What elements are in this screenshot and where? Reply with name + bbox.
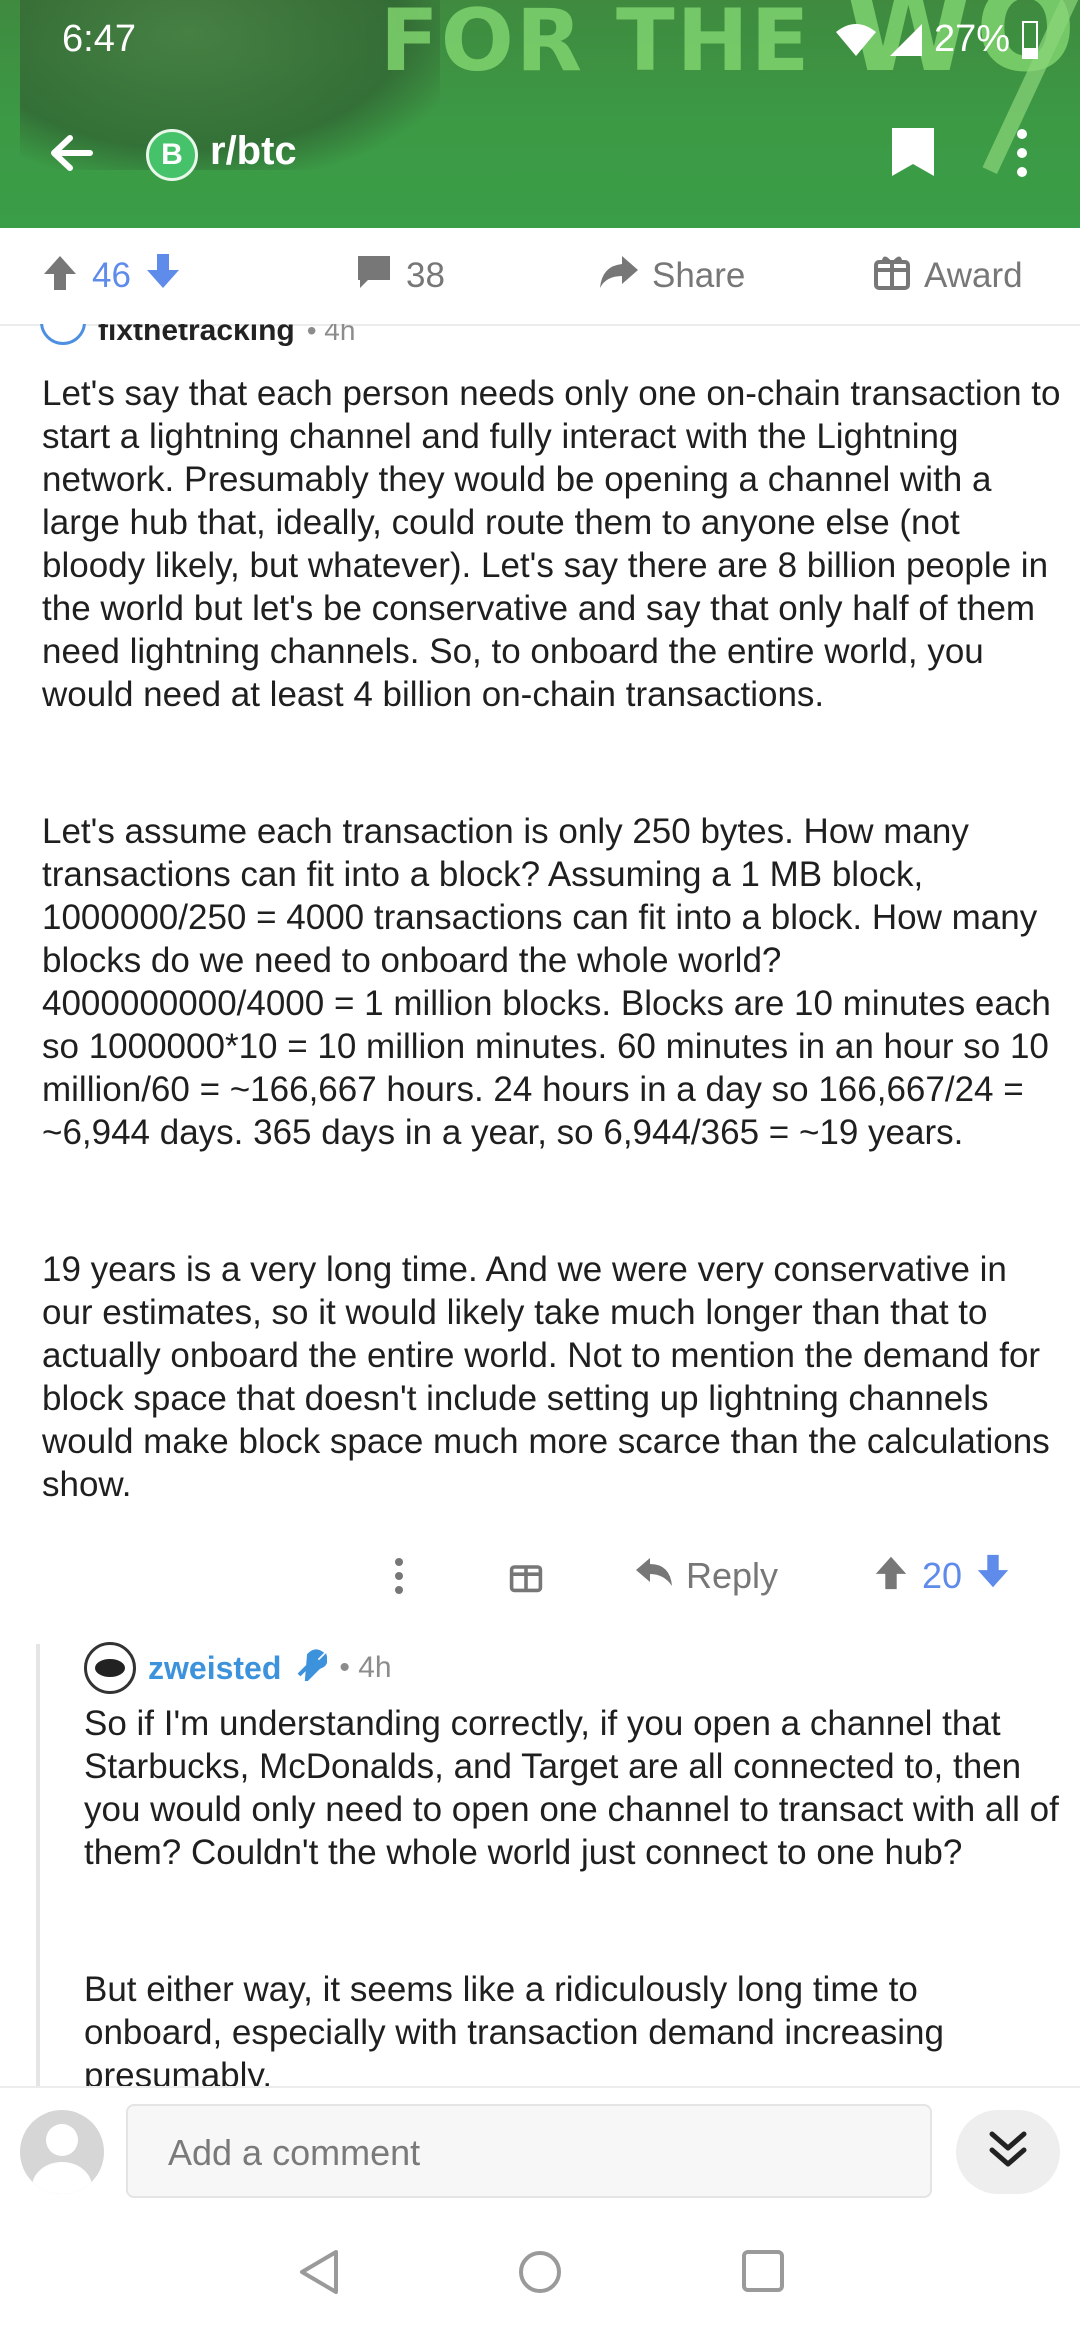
- downvote-icon[interactable]: [974, 1553, 1012, 1600]
- comment-count: 38: [406, 256, 445, 295]
- signal-icon: [888, 22, 924, 58]
- wrench-icon: [293, 1647, 328, 1689]
- add-comment-input[interactable]: Add a comment: [126, 2104, 932, 2198]
- comment-author-row: fixthetracking • 4h: [40, 324, 356, 348]
- comment-thread[interactable]: fixthetracking • 4h Let's say that each …: [0, 324, 1080, 2086]
- share-label: Share: [652, 256, 746, 295]
- double-chevron-down-icon: [986, 2128, 1030, 2177]
- reply-label: Reply: [686, 1555, 779, 1596]
- bookmark-icon[interactable]: [888, 124, 938, 185]
- comment-action-bar: Reply 20: [0, 1540, 1080, 1612]
- speech-bubble-icon: [354, 252, 394, 301]
- status-bar: 6:47 27%: [62, 18, 1040, 68]
- post-score: 46: [92, 256, 131, 295]
- subreddit-header: FOR THE WORLD? 6:47 27% B r/btc: [0, 0, 1080, 228]
- back-triangle-icon[interactable]: [296, 2248, 342, 2301]
- comment-paragraph: 19 years is a very long time. And we wer…: [42, 1250, 1050, 1504]
- comment-author[interactable]: fixthetracking: [98, 324, 295, 348]
- subreddit-icon[interactable]: B: [146, 129, 198, 181]
- wifi-icon: [834, 22, 878, 58]
- upvote-icon[interactable]: [872, 1553, 910, 1600]
- comment-paragraph: Let's assume each transaction is only 25…: [42, 812, 1051, 1152]
- reply-button[interactable]: Reply: [634, 1540, 778, 1612]
- upvote-icon[interactable]: [40, 252, 80, 301]
- top-nav: B r/btc: [0, 118, 1080, 188]
- avatar[interactable]: [84, 1642, 136, 1694]
- vote-group: 46: [40, 228, 183, 324]
- downvote-icon[interactable]: [143, 252, 183, 301]
- post-action-bar: 46 38 Share Award: [0, 228, 1080, 326]
- reply-age: • 4h: [339, 1651, 392, 1684]
- more-vertical-icon[interactable]: [392, 1540, 406, 1612]
- recents-square-icon[interactable]: [740, 2248, 786, 2299]
- reply-author[interactable]: zweisted: [148, 1650, 281, 1687]
- reply-paragraph: So if I'm understanding correctly, if yo…: [84, 1704, 1059, 1872]
- comment-score: 20: [922, 1555, 963, 1596]
- collapse-button[interactable]: [956, 2110, 1060, 2194]
- award-button[interactable]: Award: [872, 228, 1023, 324]
- comments-button[interactable]: 38: [354, 228, 445, 324]
- comment-paragraph: Let's say that each person needs only on…: [42, 374, 1061, 714]
- thread-line[interactable]: [36, 1644, 40, 2086]
- reply-arrow-icon: [634, 1554, 674, 1599]
- user-avatar[interactable]: [20, 2110, 104, 2194]
- gift-icon[interactable]: [508, 1540, 544, 1612]
- more-vertical-icon[interactable]: [1010, 126, 1034, 185]
- share-button[interactable]: Share: [596, 228, 745, 324]
- reply-paragraph: But either way, it seems like a ridiculo…: [84, 1970, 944, 2086]
- home-circle-icon[interactable]: [516, 2248, 564, 2301]
- share-arrow-icon: [596, 252, 640, 301]
- subreddit-name[interactable]: r/btc: [210, 129, 297, 174]
- system-nav-bar: [0, 2208, 1080, 2340]
- award-label: Award: [924, 256, 1023, 295]
- reply-author-row: zweisted • 4h: [84, 1640, 392, 1696]
- back-arrow-icon[interactable]: [46, 128, 96, 183]
- comment-vote-group: 20: [872, 1540, 1012, 1612]
- add-comment-bar: Add a comment: [0, 2086, 1080, 2210]
- battery-icon: [1020, 20, 1040, 60]
- status-time: 6:47: [62, 18, 136, 60]
- gift-icon: [872, 252, 912, 301]
- battery-percent: 27%: [933, 18, 1010, 60]
- avatar[interactable]: [40, 324, 86, 345]
- comment-age: • 4h: [306, 324, 356, 346]
